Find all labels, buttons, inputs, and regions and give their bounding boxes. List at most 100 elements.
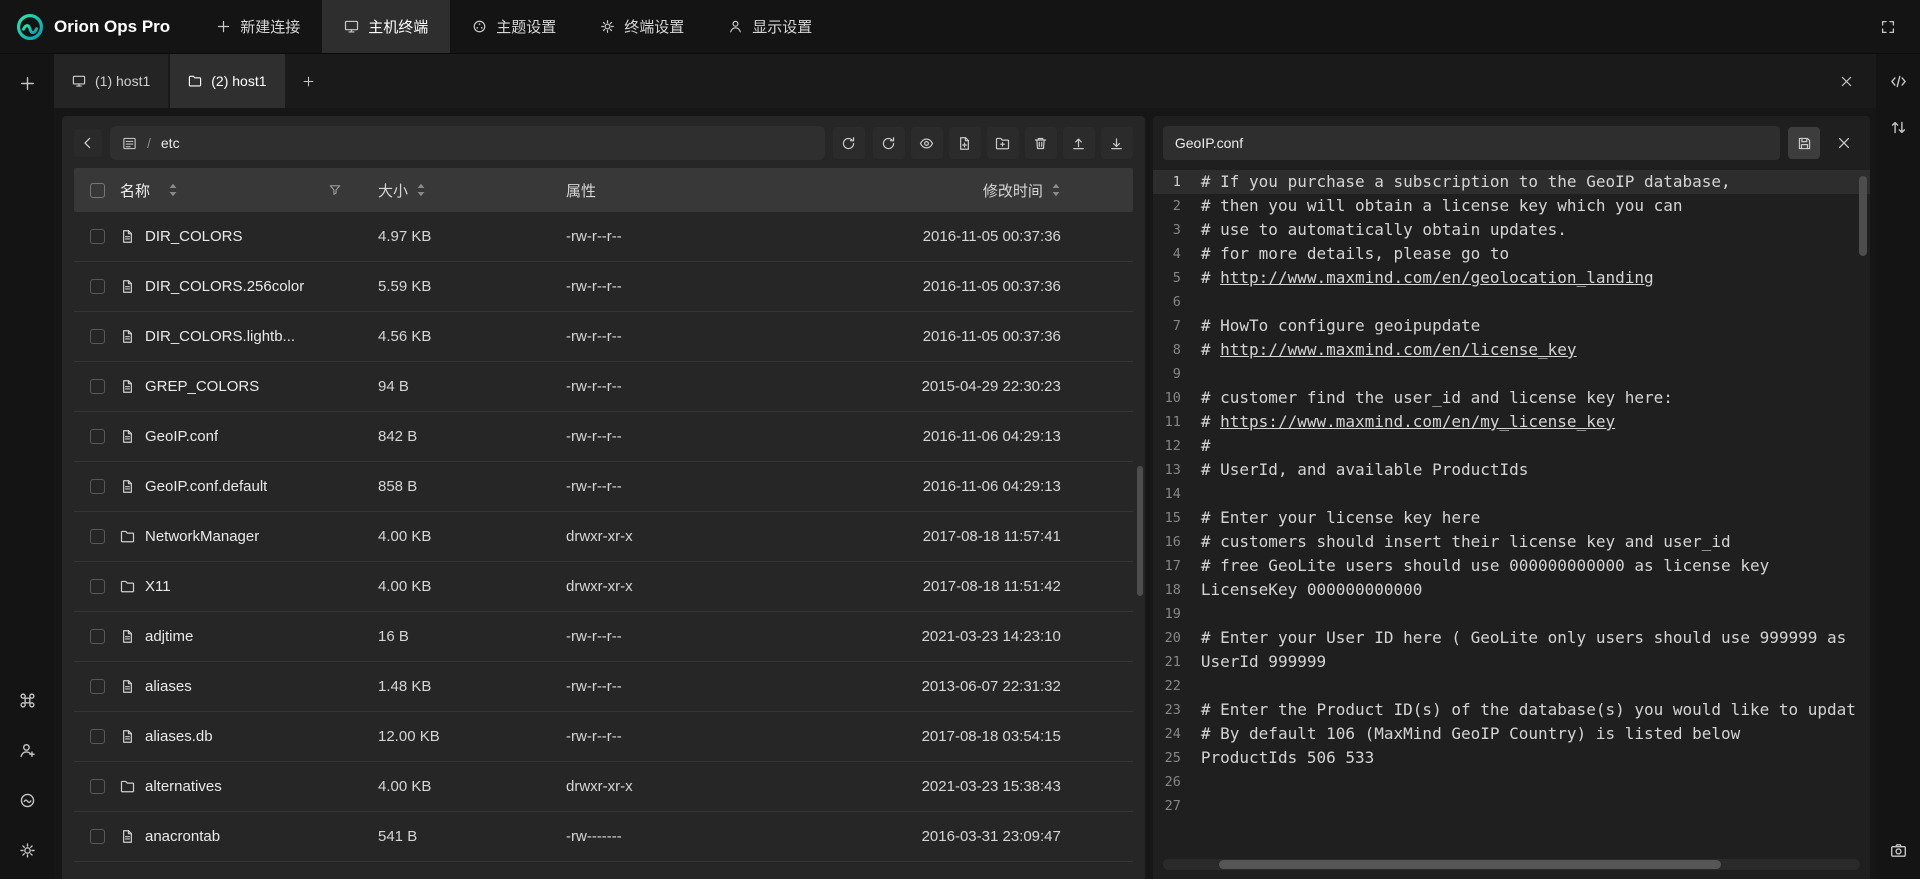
- row-checkbox[interactable]: [90, 829, 105, 844]
- save-button[interactable]: [1788, 127, 1820, 159]
- editor-close-button[interactable]: [1828, 127, 1860, 159]
- file-list-scrollbar[interactable]: [1137, 466, 1143, 596]
- code-line: 14: [1153, 482, 1870, 506]
- table-row[interactable]: GeoIP.conf842 B-rw-r--r--2016-11-06 04:2…: [74, 412, 1133, 462]
- upload-button[interactable]: [1063, 127, 1095, 159]
- refresh-button[interactable]: [873, 127, 905, 159]
- top-navigation: Orion Ops Pro 新建连接主机终端主题设置终端设置显示设置: [0, 0, 1920, 54]
- file-size: 4.56 KB: [378, 328, 566, 345]
- table-row[interactable]: GREP_COLORS94 B-rw-r--r--2015-04-29 22:3…: [74, 362, 1133, 412]
- nav-item-1[interactable]: 新建连接: [194, 0, 322, 53]
- row-checkbox[interactable]: [90, 779, 105, 794]
- row-checkbox[interactable]: [90, 329, 105, 344]
- editor-vertical-scrollbar[interactable]: [1859, 176, 1867, 256]
- code-line: 10# customer find the user_id and licens…: [1153, 386, 1870, 410]
- row-checkbox[interactable]: [90, 579, 105, 594]
- editor-horizontal-scrollbar[interactable]: [1163, 859, 1860, 870]
- select-all-checkbox[interactable]: [90, 183, 105, 198]
- editor-panel: GeoIP.conf 1# If you purchase a subscrip…: [1153, 116, 1870, 879]
- code-line: 21UserId 999999: [1153, 650, 1870, 674]
- refresh-button[interactable]: [833, 127, 865, 159]
- table-row[interactable]: X114.00 KBdrwxr-xr-x2017-08-18 11:51:42: [74, 562, 1133, 612]
- file-name: GeoIP.conf: [145, 428, 218, 445]
- fullscreen-button[interactable]: [1872, 11, 1904, 43]
- nav-item-label: 主机终端: [368, 16, 428, 37]
- scrollbar-thumb[interactable]: [1219, 860, 1721, 869]
- file-table-body: DIR_COLORS4.97 KB-rw-r--r--2016-11-05 00…: [74, 212, 1133, 879]
- table-row[interactable]: [74, 862, 1133, 879]
- breadcrumb-path[interactable]: etc: [161, 135, 180, 151]
- code-editor[interactable]: 1# If you purchase a subscription to the…: [1153, 168, 1870, 855]
- file-name: DIR_COLORS.lightb...: [145, 328, 295, 345]
- code-button[interactable]: [1881, 64, 1915, 98]
- camera-button[interactable]: [1881, 833, 1915, 867]
- table-row[interactable]: anacrontab541 B-rw-------2016-03-31 23:0…: [74, 812, 1133, 862]
- row-checkbox[interactable]: [90, 279, 105, 294]
- code-link[interactable]: https://www.maxmind.com/en/my_license_ke…: [1220, 412, 1615, 431]
- download-button[interactable]: [1101, 127, 1133, 159]
- add-tab-button[interactable]: [287, 54, 331, 108]
- code-line: 13# UserId, and available ProductIds: [1153, 458, 1870, 482]
- line-number: 16: [1153, 530, 1193, 554]
- back-button[interactable]: [74, 129, 102, 157]
- table-row[interactable]: NetworkManager4.00 KBdrwxr-xr-x2017-08-1…: [74, 512, 1133, 562]
- breadcrumb[interactable]: / etc: [110, 126, 825, 160]
- brand-button[interactable]: [10, 783, 44, 817]
- plus-button[interactable]: [10, 66, 44, 100]
- tab-2[interactable]: (2) host1: [170, 54, 284, 108]
- table-row[interactable]: DIR_COLORS.lightb...4.56 KB-rw-r--r--201…: [74, 312, 1133, 362]
- table-row[interactable]: adjtime16 B-rw-r--r--2021-03-23 14:23:10: [74, 612, 1133, 662]
- row-checkbox[interactable]: [90, 679, 105, 694]
- trash-button[interactable]: [1025, 127, 1057, 159]
- left-rail: [0, 54, 54, 879]
- new-folder-button[interactable]: [987, 127, 1019, 159]
- file-name: DIR_COLORS.256color: [145, 278, 304, 295]
- tab-1[interactable]: (1) host1: [54, 54, 168, 108]
- table-row[interactable]: DIR_COLORS.256color5.59 KB-rw-r--r--2016…: [74, 262, 1133, 312]
- code-link[interactable]: http://www.maxmind.com/en/license_key: [1220, 340, 1576, 359]
- row-checkbox[interactable]: [90, 429, 105, 444]
- download-icon: [1109, 136, 1124, 151]
- table-row[interactable]: DIR_COLORS4.97 KB-rw-r--r--2016-11-05 00…: [74, 212, 1133, 262]
- tab-bar: (1) host1(2) host1: [54, 54, 1876, 108]
- new-file-button[interactable]: [949, 127, 981, 159]
- file-attr: drwxr-xr-x: [566, 528, 846, 545]
- swap-vertical-button[interactable]: [1881, 110, 1915, 144]
- row-checkbox[interactable]: [90, 229, 105, 244]
- row-checkbox[interactable]: [90, 629, 105, 644]
- eye-button[interactable]: [911, 127, 943, 159]
- panel-close-button[interactable]: [1830, 65, 1862, 97]
- user-add-button[interactable]: [10, 733, 44, 767]
- nav-item-2[interactable]: 主机终端: [322, 0, 450, 53]
- row-checkbox[interactable]: [90, 729, 105, 744]
- sort-modified-carets-icon[interactable]: [1051, 183, 1061, 197]
- app-window: Orion Ops Pro 新建连接主机终端主题设置终端设置显示设置 (1) h…: [0, 0, 1920, 879]
- file-attr: drwxr-xr-x: [566, 578, 846, 595]
- settings-button[interactable]: [10, 833, 44, 867]
- topnav-items: 新建连接 主机终端 主题设置终端设置显示设置: [194, 0, 834, 53]
- sort-name-carets-icon[interactable]: [168, 183, 178, 197]
- nav-item-4[interactable]: 终端设置: [578, 0, 706, 53]
- filter-icon[interactable]: [328, 183, 342, 197]
- row-checkbox[interactable]: [90, 529, 105, 544]
- row-checkbox[interactable]: [90, 379, 105, 394]
- table-row[interactable]: aliases.db12.00 KB-rw-r--r--2017-08-18 0…: [74, 712, 1133, 762]
- nav-item-5[interactable]: 显示设置: [706, 0, 834, 53]
- command-button[interactable]: [10, 683, 44, 717]
- user-add-icon: [19, 742, 36, 759]
- file-icon: [120, 329, 135, 344]
- nav-item-3[interactable]: 主题设置: [450, 0, 578, 53]
- line-number: 10: [1153, 386, 1193, 410]
- row-checkbox[interactable]: [90, 479, 105, 494]
- table-row[interactable]: GeoIP.conf.default858 B-rw-r--r--2016-11…: [74, 462, 1133, 512]
- code-link[interactable]: http://www.maxmind.com/en/geolocation_la…: [1220, 268, 1653, 287]
- table-row[interactable]: alternatives4.00 KBdrwxr-xr-x2021-03-23 …: [74, 762, 1133, 812]
- line-number: 27: [1153, 794, 1193, 818]
- file-name: adjtime: [145, 628, 193, 645]
- file-name: NetworkManager: [145, 528, 259, 545]
- table-row[interactable]: aliases1.48 KB-rw-r--r--2013-06-07 22:31…: [74, 662, 1133, 712]
- editor-filename-field[interactable]: GeoIP.conf: [1163, 126, 1780, 160]
- sort-size-carets-icon[interactable]: [416, 183, 426, 197]
- column-header-attr: 属性: [566, 180, 596, 201]
- code-line: 20# Enter your User ID here ( GeoLite on…: [1153, 626, 1870, 650]
